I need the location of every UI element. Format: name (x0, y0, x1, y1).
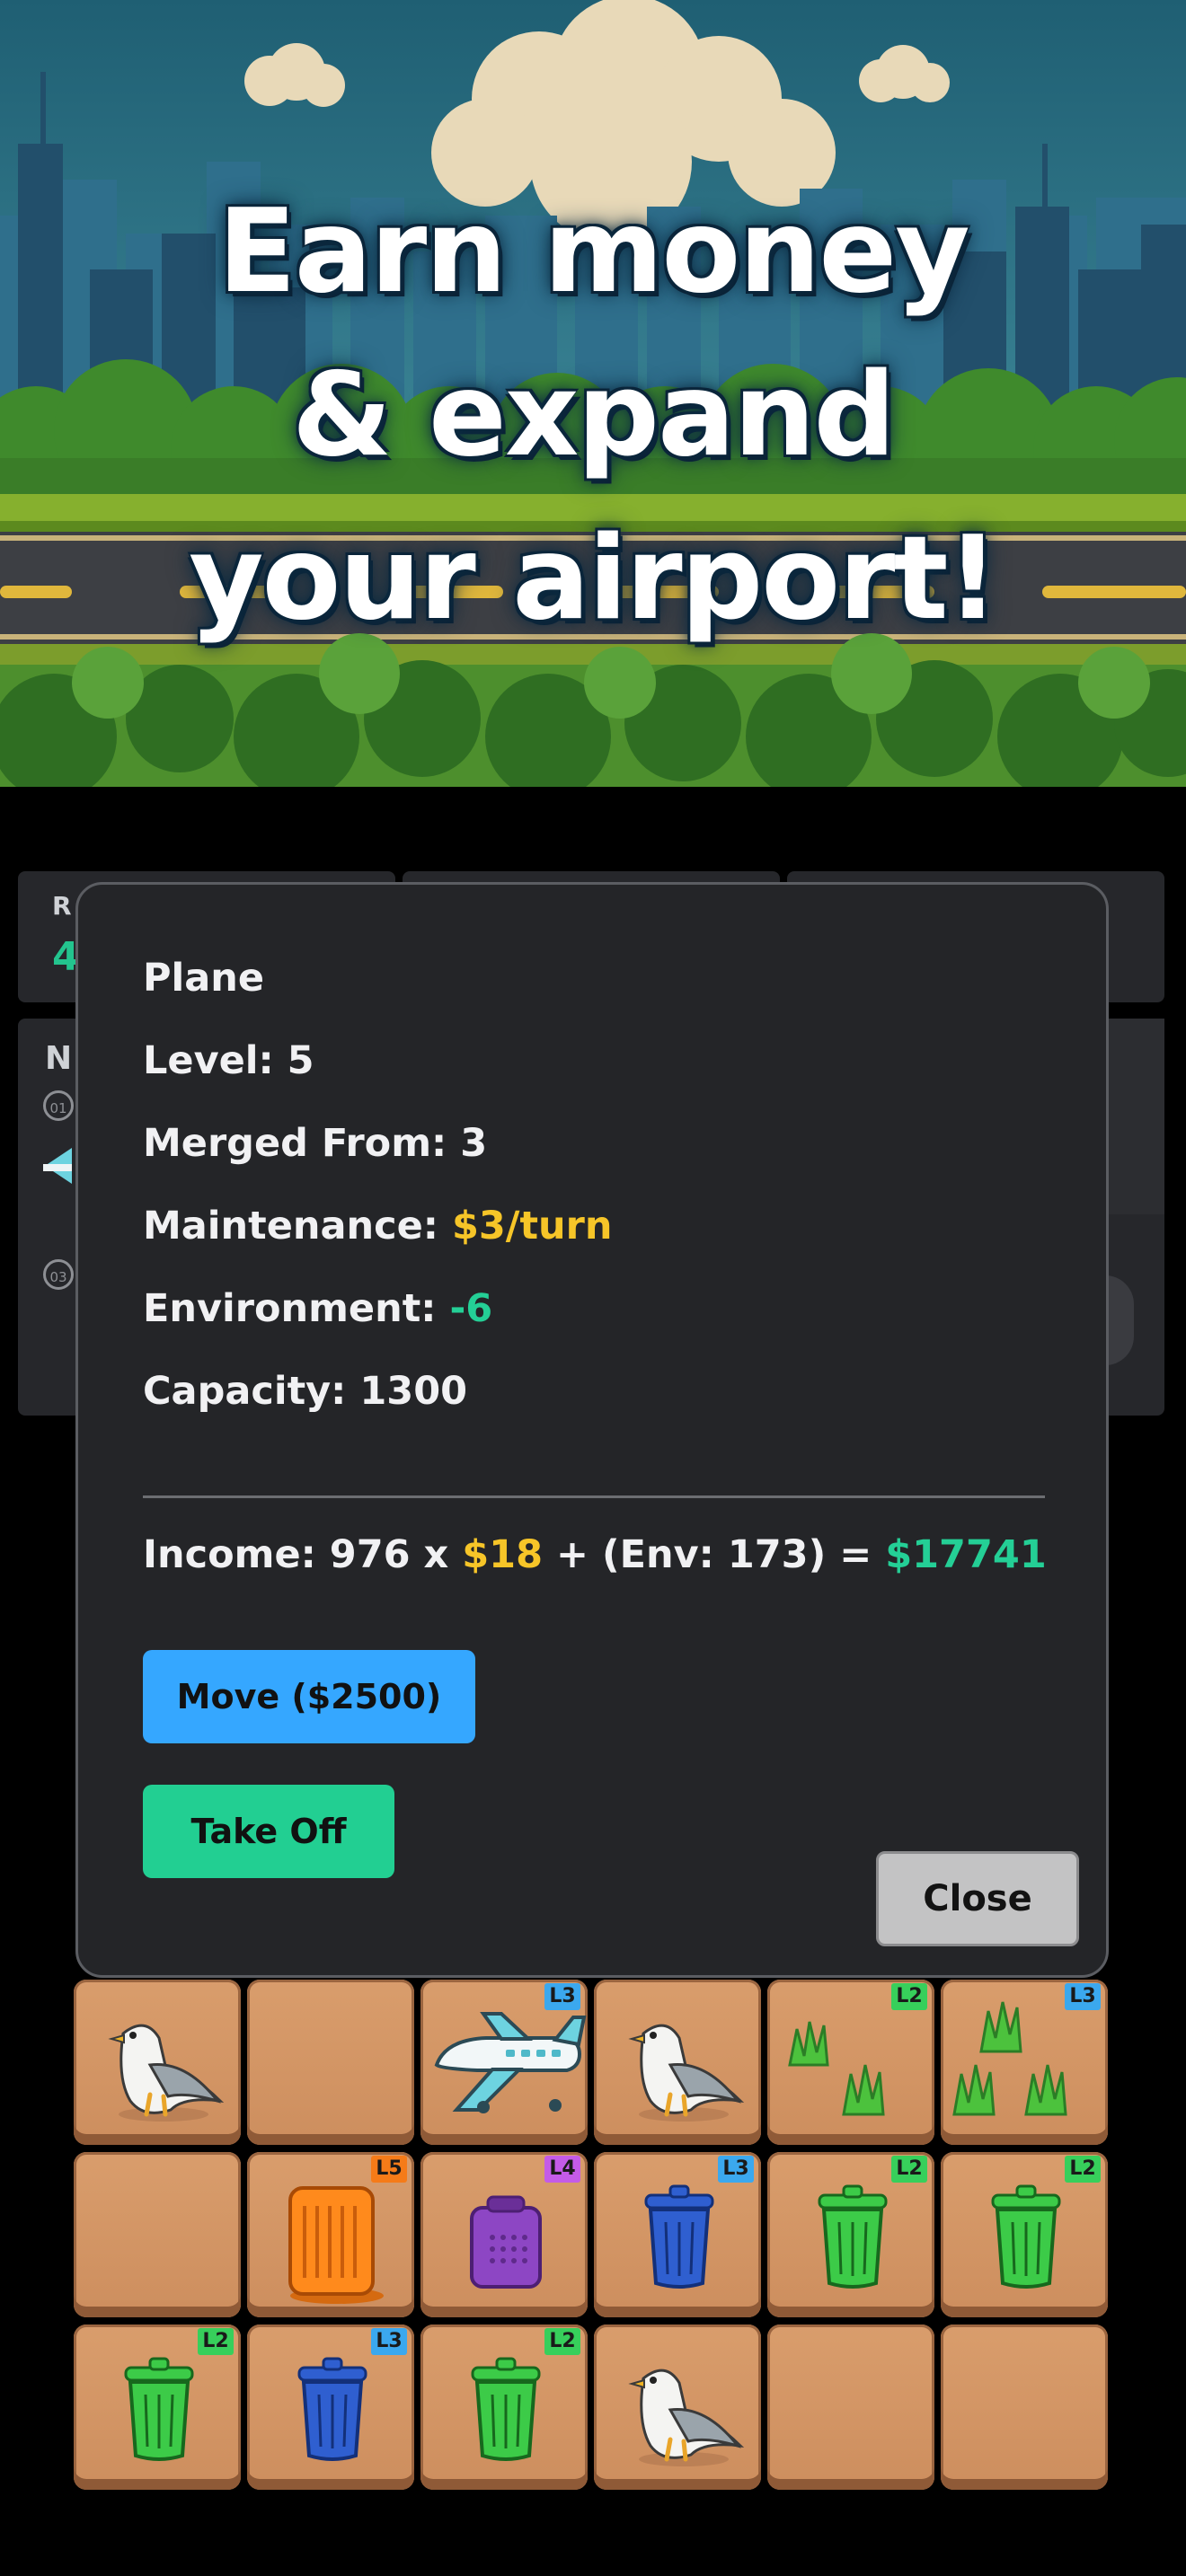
grid-tile[interactable] (594, 1980, 761, 2145)
hero-banner: Earn money & expand your airport! (0, 0, 1186, 787)
environment-value: -6 (449, 1286, 493, 1331)
move-button[interactable]: Move ($2500) (143, 1650, 475, 1743)
take-off-button[interactable]: Take Off (143, 1785, 394, 1878)
hero-title: Earn money & expand your airport! (0, 171, 1186, 661)
level-badge: L2 (198, 2328, 234, 2355)
level-badge: L2 (891, 1983, 927, 2010)
plane-thumbnail-icon (43, 1148, 72, 1184)
grid-tile[interactable]: L2 (941, 2152, 1108, 2317)
item-environment: Environment: -6 (143, 1282, 492, 1336)
income-rate: $18 (462, 1532, 543, 1577)
income-total: $17741 (885, 1532, 1047, 1577)
grid-tile[interactable]: L5 (247, 2152, 414, 2317)
grid-tile[interactable] (767, 2325, 934, 2490)
maintenance-label: Maintenance: (143, 1204, 438, 1248)
grid-tile[interactable]: L4 (420, 2152, 588, 2317)
item-merged-from: Merged From: 3 (143, 1121, 488, 1166)
income-prefix: Income: 976 x (143, 1532, 449, 1577)
grid-tile[interactable] (247, 1980, 414, 2145)
level-badge: L5 (371, 2156, 407, 2183)
background-panel-edge (1107, 1019, 1164, 1214)
item-capacity: Capacity: 1300 (143, 1369, 468, 1414)
merge-grid: L3 L2 L3 L5 L4 L3 L2 L2 L2 L3 L2 (74, 1980, 1111, 2493)
level-badge: L3 (544, 1983, 580, 2010)
maintenance-value: $3/turn (451, 1204, 613, 1248)
grid-tile[interactable] (74, 1980, 241, 2145)
item-name: Plane (143, 956, 265, 1001)
slot-number-badge: 01 (43, 1090, 74, 1121)
grid-tile[interactable] (74, 2152, 241, 2317)
stat-card-label: R (52, 891, 72, 921)
level-badge: L2 (1065, 2156, 1101, 2183)
level-badge: L2 (891, 2156, 927, 2183)
grid-tile[interactable]: L3 (941, 1980, 1108, 2145)
info-card-title: N (45, 1040, 73, 1077)
grid-tile[interactable]: L2 (767, 2152, 934, 2317)
hero-title-line: your airport! (189, 512, 999, 646)
slot-number-badge: 03 (43, 1259, 74, 1290)
hero-title-line: & expand (291, 348, 896, 482)
grid-tile[interactable]: L2 (767, 1980, 934, 2145)
item-detail-modal: Plane Level: 5 Merged From: 3 Maintenanc… (75, 882, 1109, 1978)
environment-label: Environment: (143, 1286, 437, 1331)
modal-divider (143, 1495, 1045, 1498)
income-formula: Income: 976 x $18 + (Env: 173) = $17741 (143, 1528, 1047, 1582)
level-badge: L3 (371, 2328, 407, 2355)
income-env: + (Env: 173) = (555, 1532, 872, 1577)
grid-tile[interactable] (594, 2325, 761, 2490)
item-maintenance: Maintenance: $3/turn (143, 1199, 612, 1253)
item-level: Level: 5 (143, 1038, 314, 1083)
close-button[interactable]: Close (876, 1851, 1079, 1946)
level-badge: L2 (544, 2328, 580, 2355)
grid-tile[interactable]: L2 (74, 2325, 241, 2490)
grid-tile[interactable]: L3 (594, 2152, 761, 2317)
level-badge: L3 (718, 2156, 754, 2183)
grid-tile[interactable]: L2 (420, 2325, 588, 2490)
grid-tile[interactable]: L3 (420, 1980, 588, 2145)
hero-title-line: Earn money (217, 185, 969, 319)
level-badge: L4 (544, 2156, 580, 2183)
grid-tile[interactable] (941, 2325, 1108, 2490)
level-badge: L3 (1065, 1983, 1101, 2010)
grid-tile[interactable]: L3 (247, 2325, 414, 2490)
